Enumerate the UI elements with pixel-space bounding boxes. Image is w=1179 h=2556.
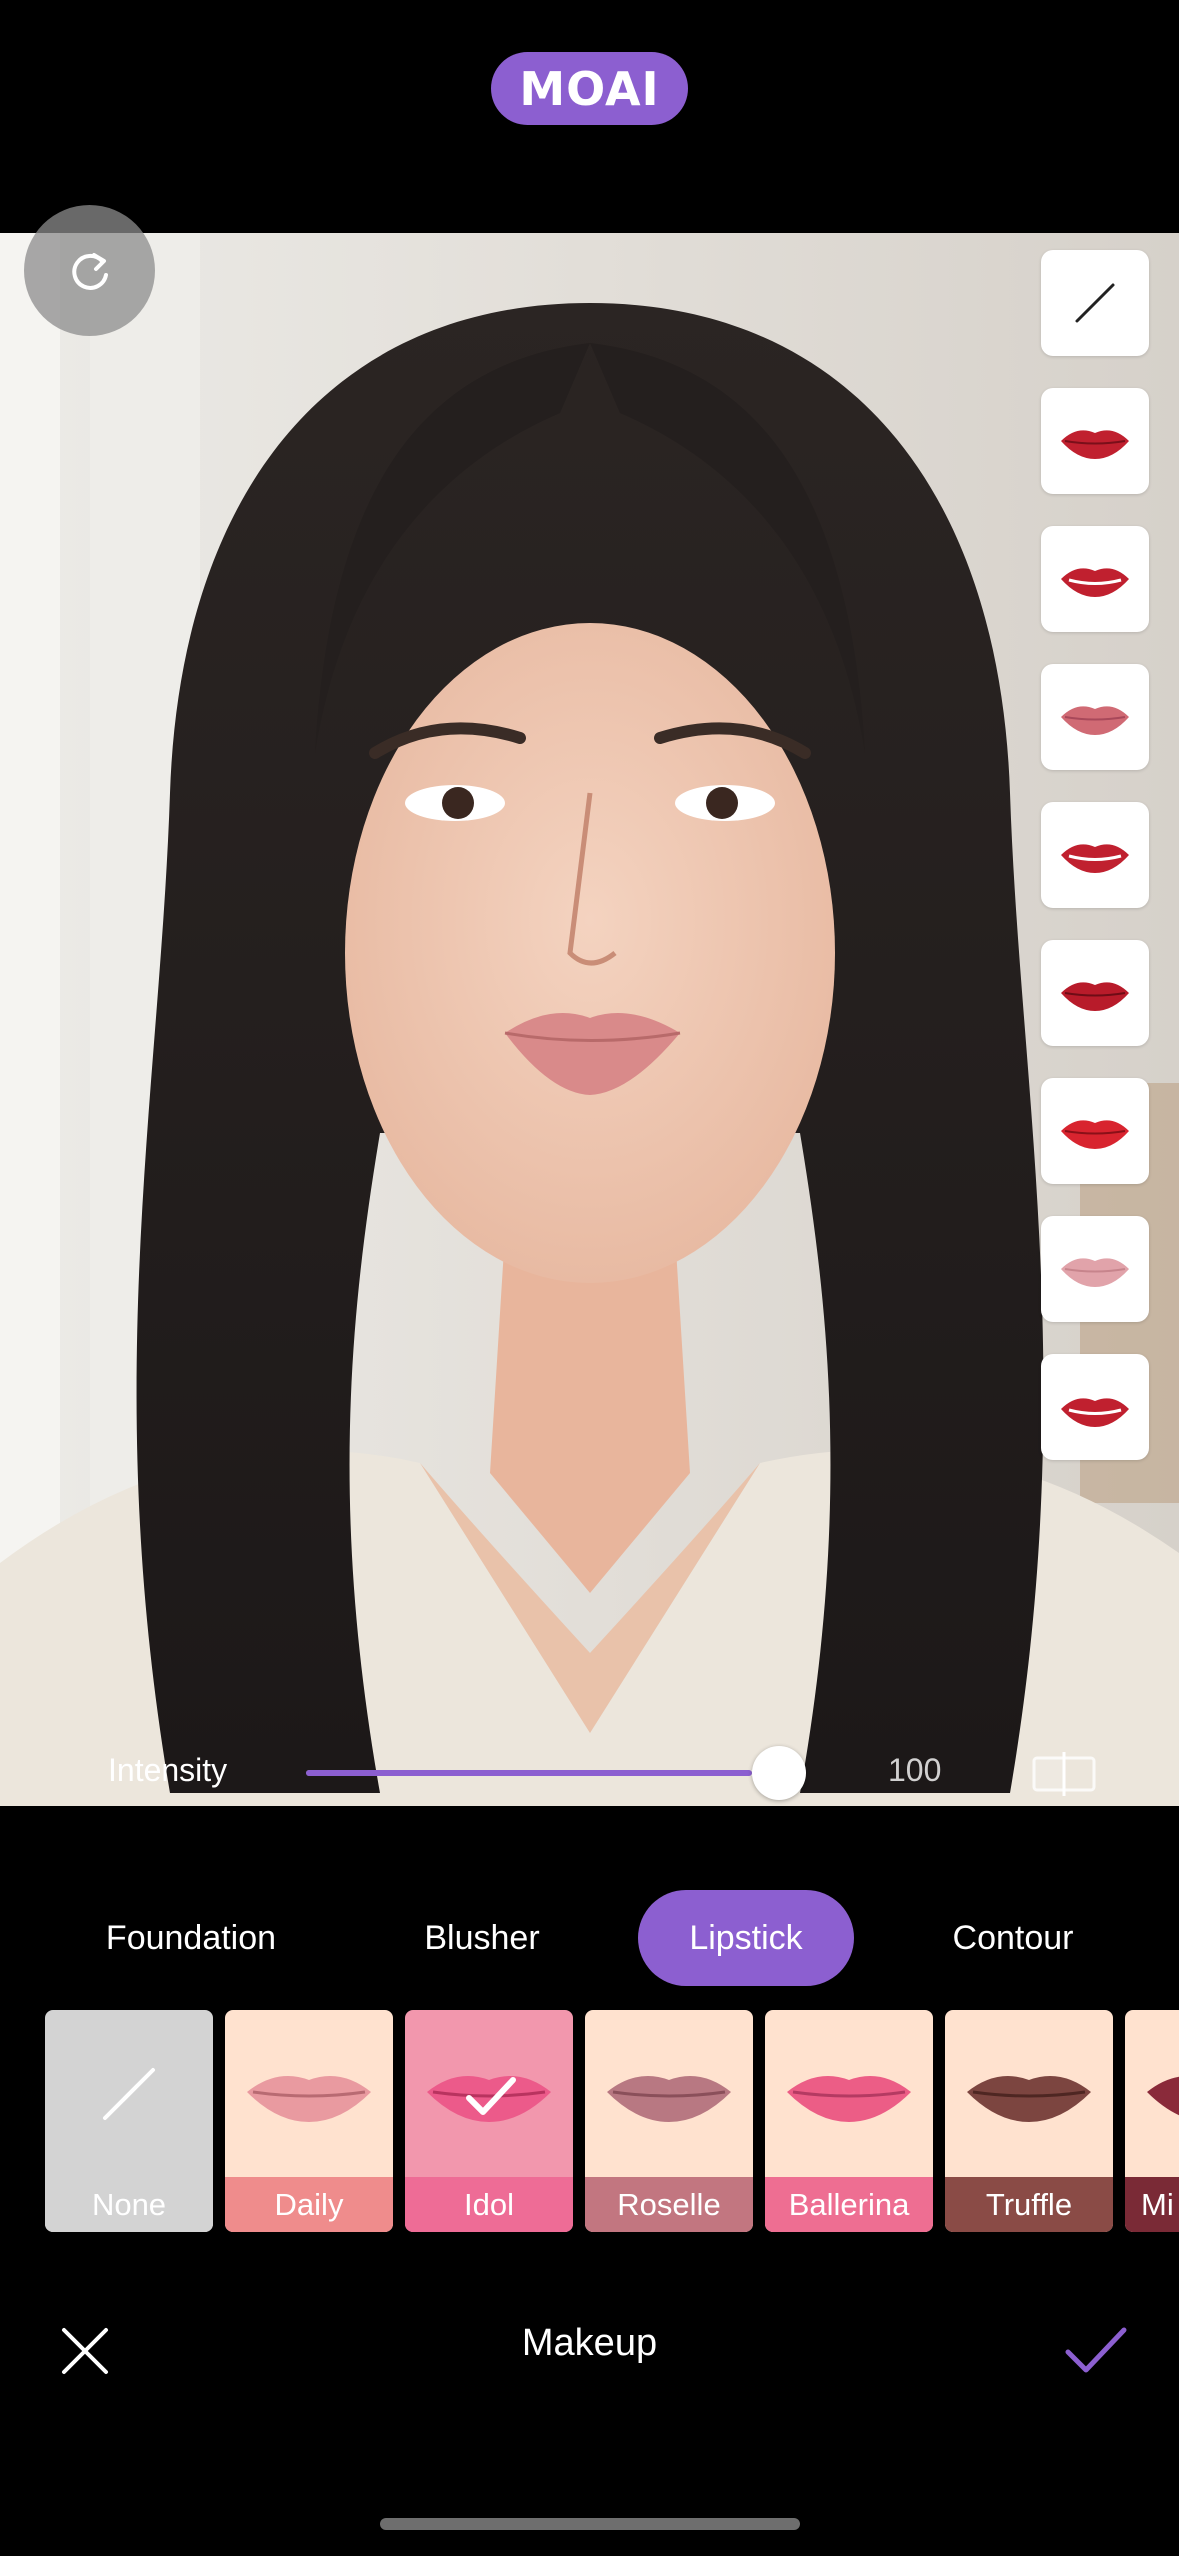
preset-idol[interactable]: Idol — [405, 2010, 573, 2232]
confirm-button[interactable] — [1060, 2318, 1132, 2384]
intensity-label: Intensity — [108, 1752, 228, 1788]
reset-button[interactable] — [24, 205, 155, 336]
intensity-slider[interactable] — [306, 1746, 806, 1800]
tab-label: Contour — [952, 1918, 1074, 1957]
swatch-lips-6[interactable] — [1041, 1078, 1149, 1184]
swatch-lips-8[interactable] — [1041, 1354, 1149, 1460]
preset-thumbnail — [585, 2010, 753, 2177]
portrait-illustration — [0, 233, 1179, 1806]
preset-thumbnail — [1125, 2010, 1179, 2177]
lipstick-swatch-rail — [1041, 250, 1149, 1492]
preset-label: Ballerina — [765, 2177, 933, 2232]
lips-icon — [967, 2075, 1091, 2122]
tab-label: Blusher — [424, 1918, 540, 1957]
preset-thumbnail — [405, 2010, 573, 2177]
swatch-lips-5[interactable] — [1041, 940, 1149, 1046]
lips-icon — [1061, 568, 1129, 597]
swatch-lips-4[interactable] — [1041, 802, 1149, 908]
preset-truffle[interactable]: Truffle — [945, 2010, 1113, 2232]
intensity-value: 100 — [888, 1752, 942, 1788]
preset-thumbnail — [945, 2010, 1113, 2177]
preset-roselle[interactable]: Roselle — [585, 2010, 753, 2232]
lips-icon — [1061, 1258, 1129, 1287]
preset-thumbnail — [45, 2010, 213, 2177]
app-logo-text: MOAI — [519, 61, 660, 116]
intensity-slider-thumb[interactable] — [752, 1746, 806, 1800]
swatch-lips-1[interactable] — [1041, 388, 1149, 494]
preset-label: Daily — [225, 2177, 393, 2232]
compare-icon — [1032, 1752, 1096, 1796]
preset-label: Roselle — [585, 2177, 753, 2232]
swatch-lips-3[interactable] — [1041, 664, 1149, 770]
preset-ballerina[interactable]: Ballerina — [765, 2010, 933, 2232]
preset-label: None — [45, 2177, 213, 2232]
swatch-none[interactable] — [1041, 250, 1149, 356]
preset-thumbnail — [225, 2010, 393, 2177]
lips-icon — [1061, 430, 1129, 459]
app-logo: MOAI — [491, 52, 688, 125]
compare-button[interactable] — [1030, 1750, 1098, 1798]
checkmark-icon — [1065, 2327, 1127, 2373]
screen-title: Makeup — [521, 2322, 658, 2364]
preset-daily[interactable]: Daily — [225, 2010, 393, 2232]
tab-foundation[interactable]: Foundation — [72, 1890, 310, 1986]
lips-icon — [607, 2075, 731, 2122]
makeup-category-tabs: Foundation Blusher Lipstick Contour — [0, 1890, 1179, 1986]
tab-contour[interactable]: Contour — [908, 1890, 1118, 1986]
tab-blusher[interactable]: Blusher — [382, 1890, 582, 1986]
preset-label: Idol — [405, 2177, 573, 2232]
refresh-icon — [71, 252, 108, 290]
preset-thumbnail — [765, 2010, 933, 2177]
intensity-slider-fill — [306, 1770, 752, 1776]
preset-label: Truffle — [945, 2177, 1113, 2232]
tab-lipstick[interactable]: Lipstick — [638, 1890, 854, 1986]
preset-label: Mi — [1125, 2177, 1179, 2232]
tab-label: Lipstick — [689, 1918, 803, 1957]
tab-label: Foundation — [105, 1918, 277, 1957]
lips-icon — [427, 2075, 551, 2122]
preset-partial[interactable]: Mi — [1125, 2010, 1179, 2232]
swatch-lips-2[interactable] — [1041, 526, 1149, 632]
photo-canvas[interactable] — [0, 233, 1179, 1806]
lips-icon — [247, 2075, 371, 2122]
lips-icon — [1061, 1120, 1129, 1149]
lips-icon — [787, 2075, 911, 2122]
home-indicator — [380, 2518, 800, 2530]
lips-icon — [1061, 844, 1129, 873]
none-slash-icon — [103, 2067, 155, 2120]
lips-icon — [1147, 2076, 1179, 2115]
lips-plus-icon — [1061, 1389, 1129, 1427]
lips-icon — [1061, 706, 1129, 735]
none-slash-icon — [1075, 283, 1115, 323]
swatch-lips-7[interactable] — [1041, 1216, 1149, 1322]
lips-icon — [1061, 982, 1129, 1011]
preset-none[interactable]: None — [45, 2010, 213, 2232]
lipstick-presets: None Daily Idol Roselle Ballerina Truffl… — [0, 2010, 1179, 2232]
